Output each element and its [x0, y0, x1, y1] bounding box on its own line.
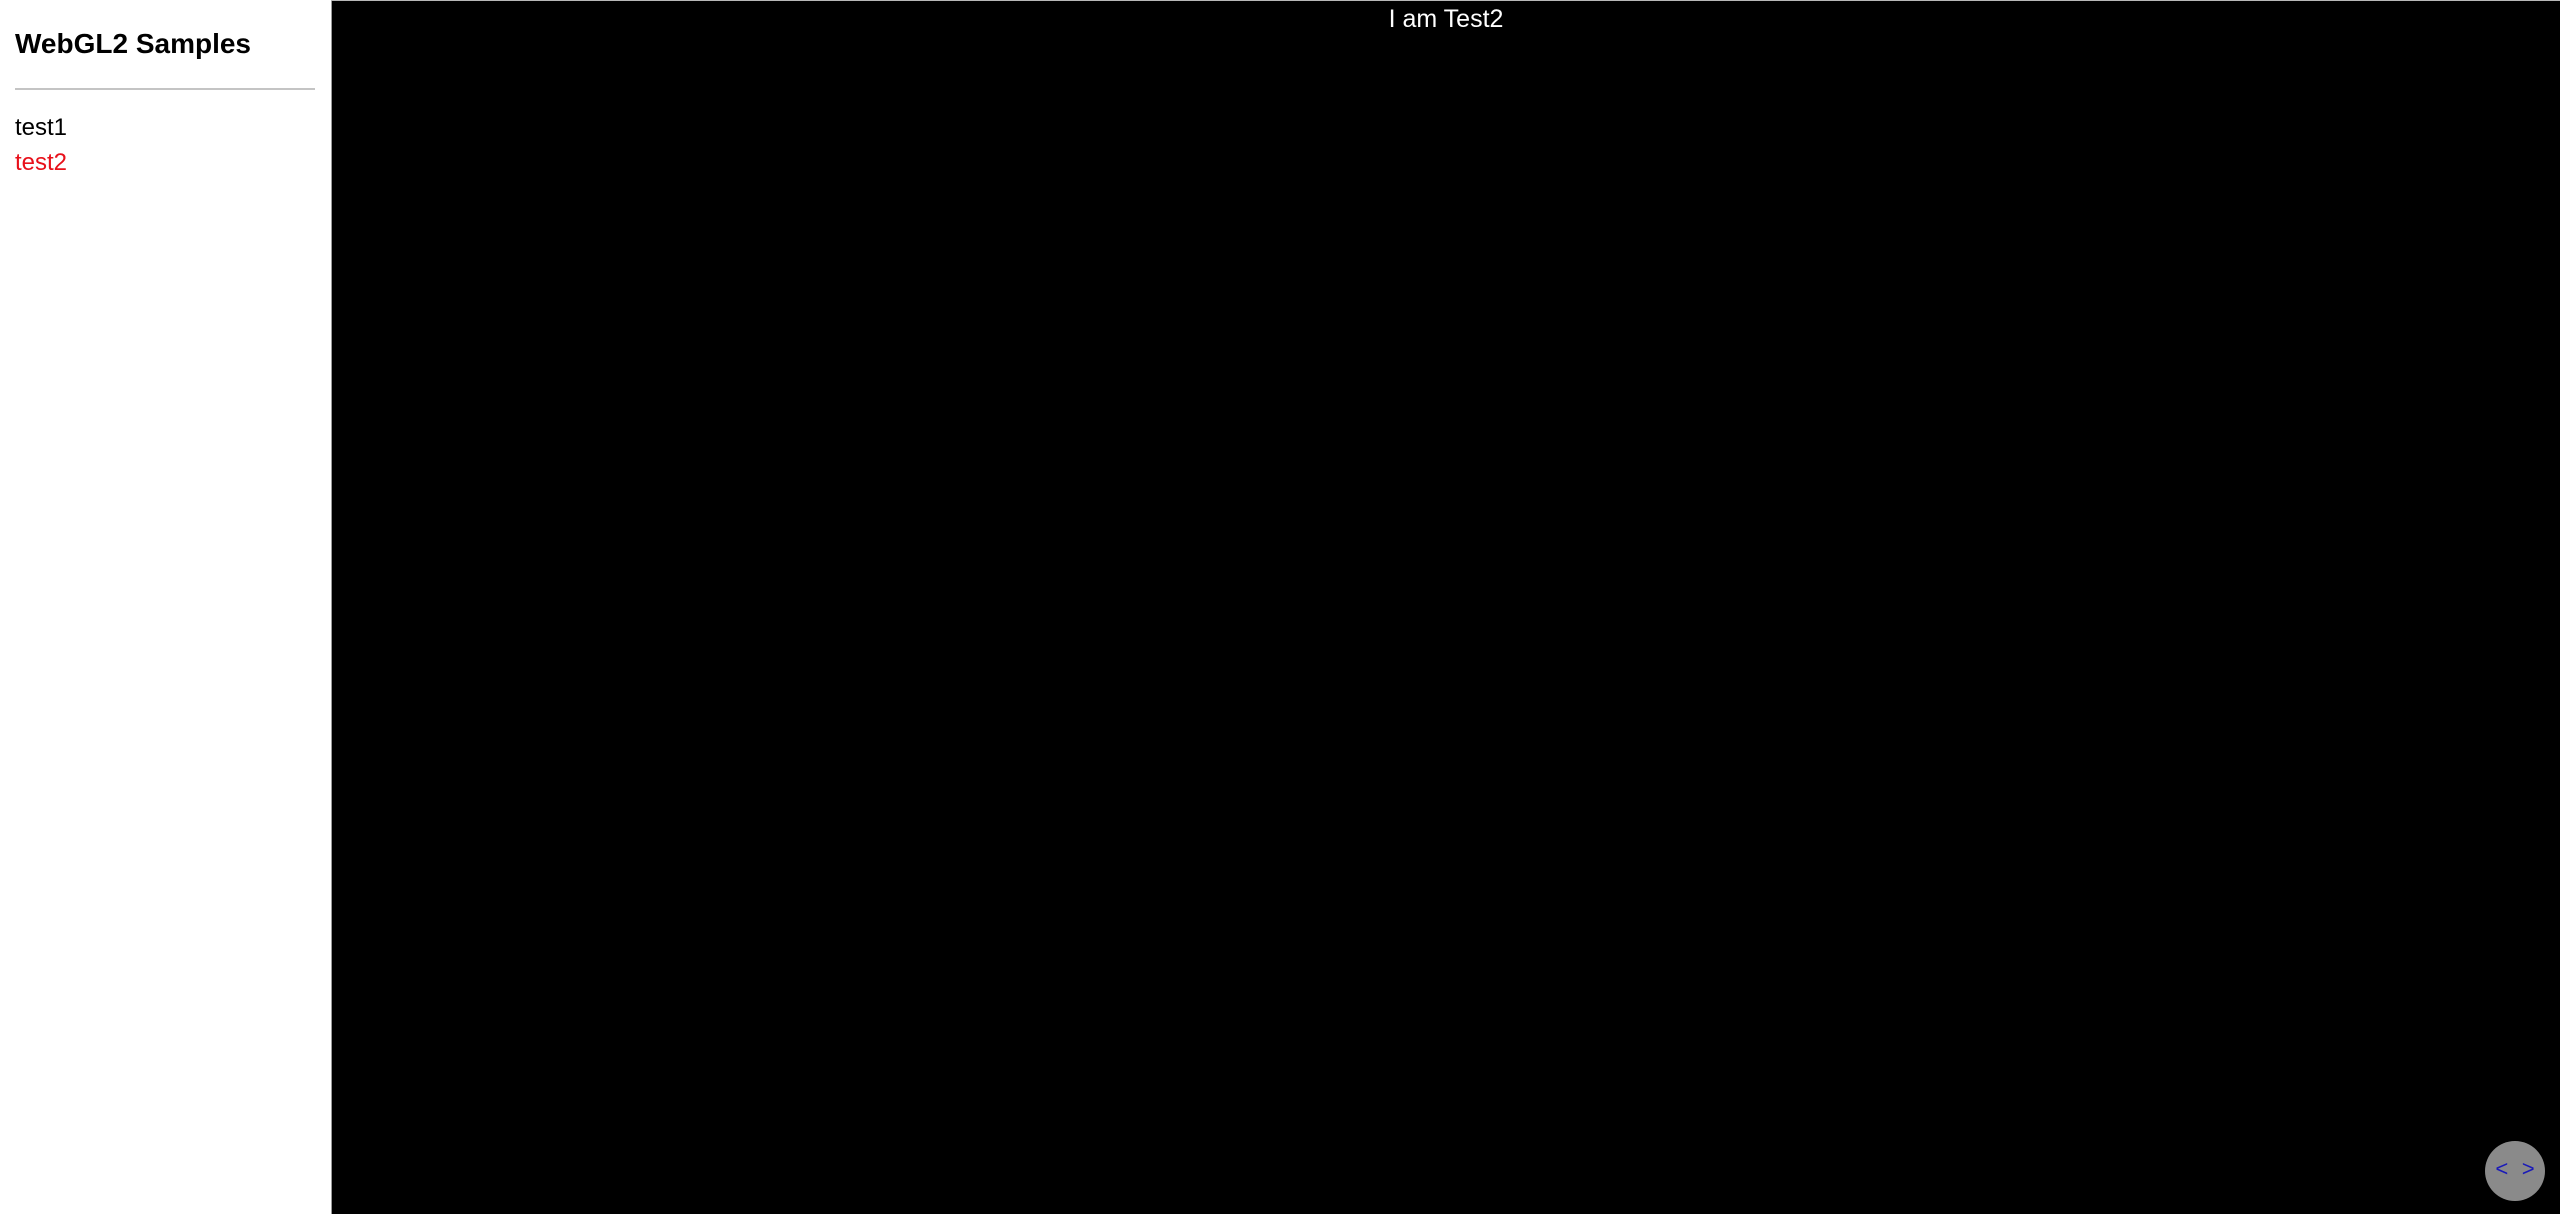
sidebar-divider — [15, 88, 315, 90]
code-brackets-icon: < > — [2495, 1158, 2535, 1183]
sidebar-title: WebGL2 Samples — [15, 28, 252, 59]
canvas-label: I am Test2 — [1388, 5, 1504, 33]
webgl-canvas[interactable]: I am Test2 — [331, 1, 2560, 1214]
sample-link-test1[interactable]: test1 — [15, 110, 67, 145]
sample-list-entry-test2: test2 — [15, 145, 67, 180]
sidebar: WebGL2 Samples test1 test2 — [0, 0, 331, 1214]
sample-list-entry-test1: test1 — [15, 110, 67, 145]
sample-link-test2[interactable]: test2 — [15, 145, 67, 180]
code-toggle-button[interactable]: < > — [2485, 1141, 2545, 1201]
sample-list: test1 test2 — [15, 110, 67, 180]
